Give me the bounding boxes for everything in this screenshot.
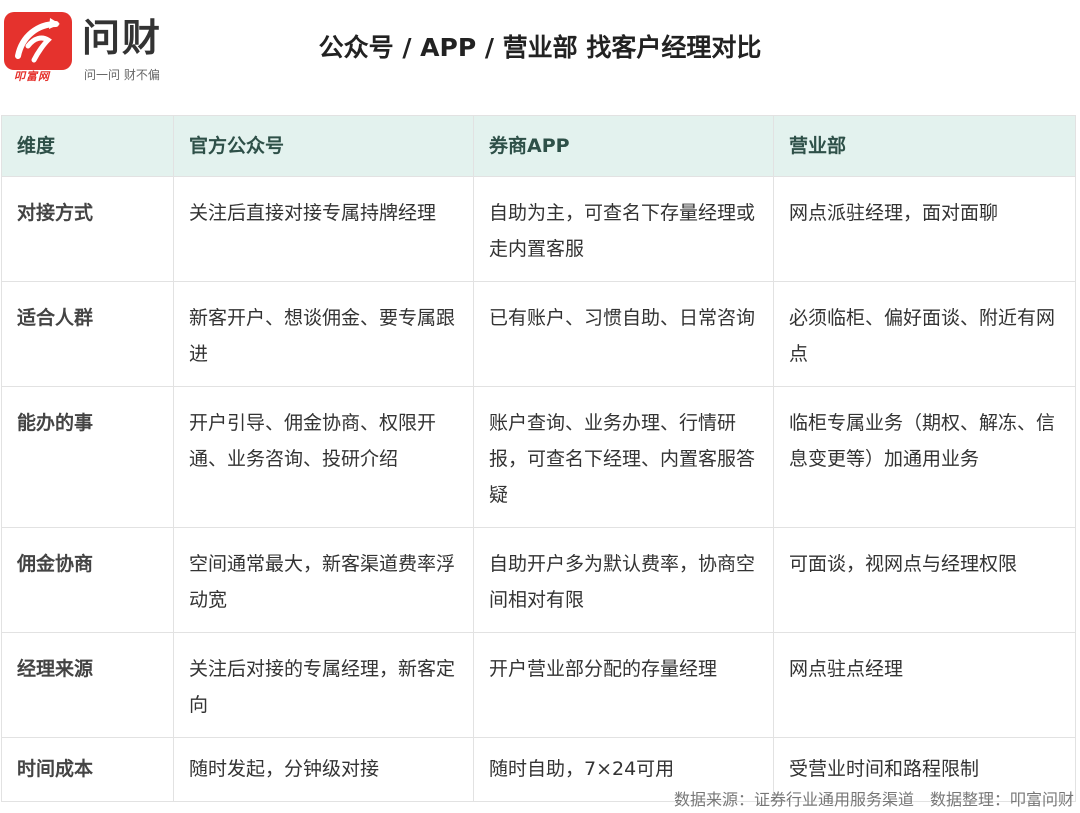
column-header-branch-office: 营业部 bbox=[773, 115, 1076, 177]
table-cell: 必须临柜、偏好面谈、附近有网点 bbox=[773, 281, 1076, 387]
logo-brand-text: 叩富网 bbox=[14, 70, 50, 83]
table-cell: 自助开户多为默认费率，协商空间相对有限 bbox=[473, 527, 774, 633]
row-label: 时间成本 bbox=[1, 737, 174, 802]
table-cell: 关注后直接对接专属持牌经理 bbox=[173, 176, 474, 282]
row-label: 能办的事 bbox=[1, 386, 174, 528]
table-cell: 自助为主，可查名下存量经理或走内置客服 bbox=[473, 176, 774, 282]
row-label: 佣金协商 bbox=[1, 527, 174, 633]
logo-mark-icon bbox=[4, 12, 72, 70]
table-cell: 网点驻点经理 bbox=[773, 632, 1076, 738]
page-header: 叩富网 问财 问一问 财不偏 公众号 / APP / 营业部 找客户经理对比 bbox=[0, 0, 1080, 100]
table-cell: 已有账户、习惯自助、日常咨询 bbox=[473, 281, 774, 387]
table-cell: 空间通常最大，新客渠道费率浮动宽 bbox=[173, 527, 474, 633]
column-header-wechat-official: 官方公众号 bbox=[173, 115, 474, 177]
row-label: 对接方式 bbox=[1, 176, 174, 282]
brand-logo[interactable]: 叩富网 问财 问一问 财不偏 bbox=[4, 12, 174, 84]
table-cell: 临柜专属业务（期权、解冻、信息变更等）加通用业务 bbox=[773, 386, 1076, 528]
table-cell: 随时发起，分钟级对接 bbox=[173, 737, 474, 802]
row-label: 适合人群 bbox=[1, 281, 174, 387]
table-cell: 开户营业部分配的存量经理 bbox=[473, 632, 774, 738]
table-row: 对接方式 关注后直接对接专属持牌经理 自助为主，可查名下存量经理或走内置客服 网… bbox=[1, 176, 1076, 282]
logo-slogan: 问一问 财不偏 bbox=[84, 68, 160, 82]
table-cell: 开户引导、佣金协商、权限开通、业务咨询、投研介绍 bbox=[173, 386, 474, 528]
table-cell: 可面谈，视网点与经理权限 bbox=[773, 527, 1076, 633]
table-cell: 账户查询、业务办理、行情研报，可查名下经理、内置客服答疑 bbox=[473, 386, 774, 528]
comparison-table: 维度 官方公众号 券商APP 营业部 对接方式 关注后直接对接专属持牌经理 自助… bbox=[1, 115, 1076, 802]
table-row: 适合人群 新客开户、想谈佣金、要专属跟进 已有账户、习惯自助、日常咨询 必须临柜… bbox=[1, 281, 1076, 387]
table-cell: 新客开户、想谈佣金、要专属跟进 bbox=[173, 281, 474, 387]
source-note: 数据来源：证券行业通用服务渠道 数据整理：叩富问财 bbox=[673, 790, 1074, 809]
row-label: 经理来源 bbox=[1, 632, 174, 738]
table-cell: 关注后对接的专属经理，新客定向 bbox=[173, 632, 474, 738]
column-header-dimension: 维度 bbox=[1, 115, 174, 177]
table-row: 佣金协商 空间通常最大，新客渠道费率浮动宽 自助开户多为默认费率，协商空间相对有… bbox=[1, 527, 1076, 633]
column-header-broker-app: 券商APP bbox=[473, 115, 774, 177]
table-header-row: 维度 官方公众号 券商APP 营业部 bbox=[1, 115, 1076, 177]
page-title: 公众号 / APP / 营业部 找客户经理对比 bbox=[318, 33, 762, 62]
table-cell: 网点派驻经理，面对面聊 bbox=[773, 176, 1076, 282]
logo-name: 问财 bbox=[82, 16, 163, 60]
table-row: 经理来源 关注后对接的专属经理，新客定向 开户营业部分配的存量经理 网点驻点经理 bbox=[1, 632, 1076, 738]
table-row: 能办的事 开户引导、佣金协商、权限开通、业务咨询、投研介绍 账户查询、业务办理、… bbox=[1, 386, 1076, 528]
